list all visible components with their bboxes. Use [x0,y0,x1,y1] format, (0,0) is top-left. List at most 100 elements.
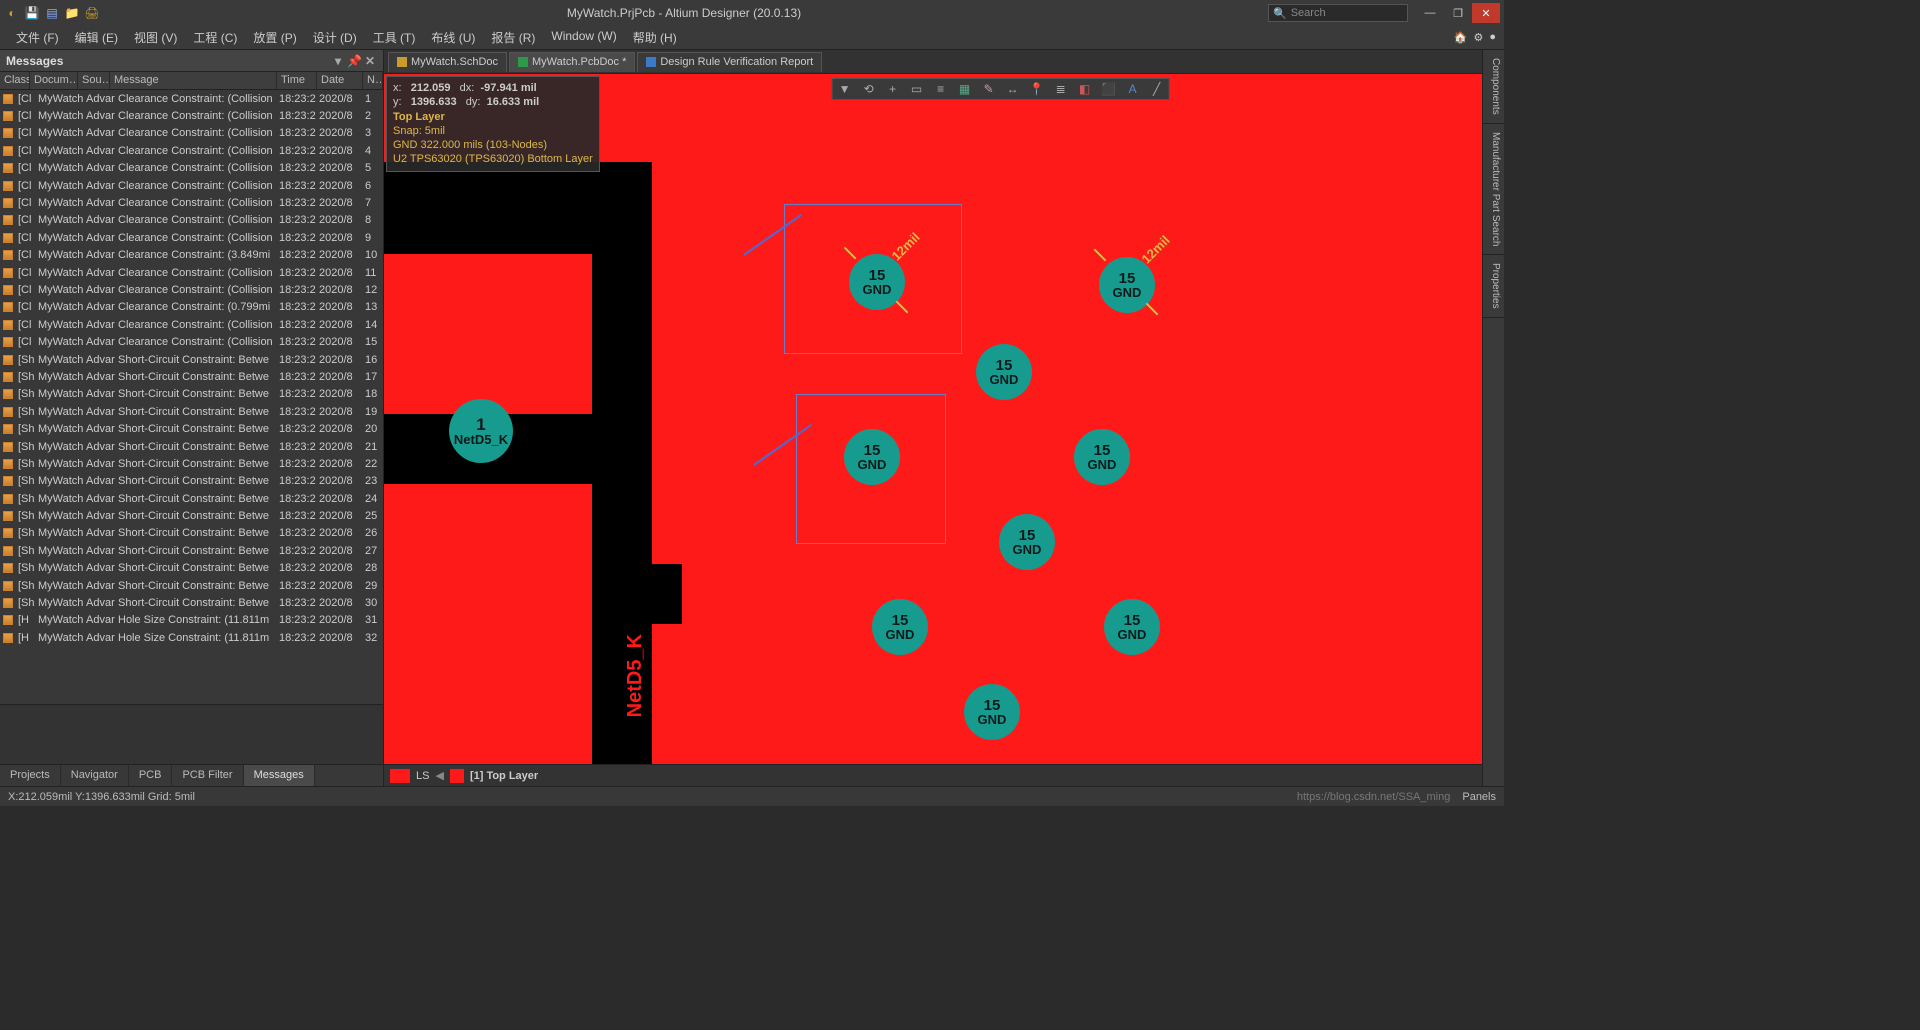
document-tab[interactable]: MyWatch.SchDoc [388,52,507,72]
panel-pin-icon[interactable]: 📌 [347,54,361,68]
message-row[interactable]: [ClMyWatchAdvar Clearance Constraint: (C… [0,333,383,350]
via-pad[interactable]: 15GND [1104,599,1160,655]
gear-icon[interactable]: ⚙ [1473,31,1483,44]
message-row[interactable]: [ShMyWatchAdvar Short-Circuit Constraint… [0,594,383,611]
line-icon[interactable]: ╱ [1149,81,1165,97]
search-input[interactable]: 🔍 Search [1268,4,1408,22]
message-row[interactable]: [ClMyWatchAdvar Clearance Constraint: (3… [0,247,383,264]
message-row[interactable]: [ClMyWatchAdvar Clearance Constraint: (C… [0,160,383,177]
save-icon[interactable]: 💾 [24,5,40,21]
message-row[interactable]: [ShMyWatchAdvar Short-Circuit Constraint… [0,351,383,368]
bottom-tab[interactable]: Navigator [61,765,129,786]
message-row[interactable]: [ShMyWatchAdvar Short-Circuit Constraint… [0,386,383,403]
minimize-button[interactable]: — [1416,3,1444,23]
message-row[interactable]: [ShMyWatchAdvar Short-Circuit Constraint… [0,542,383,559]
col-doc[interactable]: Docum… [30,72,78,89]
menu-item[interactable]: 设计 (D) [305,29,365,46]
align-icon[interactable]: ≡ [933,81,949,97]
message-row[interactable]: [ClMyWatchAdvar Clearance Constraint: (0… [0,299,383,316]
message-row[interactable]: [ShMyWatchAdvar Short-Circuit Constraint… [0,420,383,437]
via-pad[interactable]: 15GND [1074,429,1130,485]
message-row[interactable]: [ClMyWatchAdvar Clearance Constraint: (C… [0,212,383,229]
bottom-tab[interactable]: Projects [0,765,61,786]
message-row[interactable]: [ClMyWatchAdvar Clearance Constraint: (C… [0,194,383,211]
via-pad[interactable]: 15GND [999,514,1055,570]
message-row[interactable]: [ShMyWatchAdvar Short-Circuit Constraint… [0,577,383,594]
message-row[interactable]: [ShMyWatchAdvar Short-Circuit Constraint… [0,455,383,472]
col-msg[interactable]: Message [110,72,277,89]
grid-icon[interactable]: ▦ [957,81,973,97]
menu-item[interactable]: 视图 (V) [126,29,185,46]
close-button[interactable]: ✕ [1472,3,1500,23]
menu-item[interactable]: 工程 (C) [185,29,245,46]
home-icon[interactable]: 🏠 [1454,31,1468,44]
maximize-button[interactable]: ❐ [1444,3,1472,23]
menu-item[interactable]: 报告 (R) [483,29,543,46]
rail-tab[interactable]: Components [1483,50,1504,124]
layer-stack-icon[interactable]: ≣ [1053,81,1069,97]
via-pad[interactable]: 1NetD5_K [449,399,513,463]
menu-item[interactable]: 工具 (T) [365,29,424,46]
pcb-canvas[interactable]: 未修改 已修改 1NetD5_K 15GND 15GND 15GND 15GND… [384,74,1482,764]
rail-tab[interactable]: Properties [1483,255,1504,318]
col-time[interactable]: Time [277,72,317,89]
dim-icon[interactable]: ↔ [1005,81,1021,97]
message-row[interactable]: [ClMyWatchAdvar Clearance Constraint: (C… [0,264,383,281]
bottom-tab[interactable]: PCB Filter [172,765,243,786]
message-row[interactable]: [ShMyWatchAdvar Short-Circuit Constraint… [0,490,383,507]
via-pad[interactable]: 15GND [964,684,1020,740]
place-icon[interactable]: + [885,81,901,97]
print-icon[interactable]: 🖨 [84,5,100,21]
message-row[interactable]: [ShMyWatchAdvar Short-Circuit Constraint… [0,525,383,542]
via-pad[interactable]: 15GND [872,599,928,655]
message-row[interactable]: [ShMyWatchAdvar Short-Circuit Constraint… [0,560,383,577]
menu-item[interactable]: 布线 (U) [423,29,483,46]
menu-item[interactable]: 帮助 (H) [625,29,685,46]
save-all-icon[interactable]: ▤ [44,5,60,21]
open-icon[interactable]: 📁 [64,5,80,21]
layer-swatch[interactable] [390,769,410,783]
menu-item[interactable]: 编辑 (E) [67,29,126,46]
message-row[interactable]: [ShMyWatchAdvar Short-Circuit Constraint… [0,438,383,455]
message-row[interactable]: [ShMyWatchAdvar Short-Circuit Constraint… [0,368,383,385]
message-row[interactable]: [ClMyWatchAdvar Clearance Constraint: (C… [0,281,383,298]
document-tab[interactable]: MyWatch.PcbDoc * [509,52,635,72]
rect-icon[interactable]: ▭ [909,81,925,97]
message-row[interactable]: [ClMyWatchAdvar Clearance Constraint: (C… [0,142,383,159]
panels-button[interactable]: Panels [1462,791,1496,803]
col-src[interactable]: Sou… [78,72,110,89]
message-row[interactable]: [HMyWatchAdvar Hole Size Constraint: (11… [0,612,383,629]
help-icon[interactable]: ● [1489,31,1496,44]
message-row[interactable]: [ShMyWatchAdvar Short-Circuit Constraint… [0,507,383,524]
message-row[interactable]: [ClMyWatchAdvar Clearance Constraint: (C… [0,229,383,246]
text-icon[interactable]: A [1125,81,1141,97]
message-row[interactable]: [ClMyWatchAdvar Clearance Constraint: (C… [0,107,383,124]
menu-item[interactable]: 放置 (P) [245,29,304,46]
via-pad[interactable]: 15GND [844,429,900,485]
message-row[interactable]: [ShMyWatchAdvar Short-Circuit Constraint… [0,473,383,490]
active-layer-label[interactable]: [1] Top Layer [470,770,538,782]
bottom-tab[interactable]: PCB [129,765,173,786]
pin-icon[interactable]: 📍 [1029,81,1045,97]
message-row[interactable]: [ShMyWatchAdvar Short-Circuit Constraint… [0,403,383,420]
message-row[interactable]: [ClMyWatchAdvar Clearance Constraint: (C… [0,90,383,107]
panel-dropdown-icon[interactable]: ▾ [331,54,345,68]
message-row[interactable]: [HMyWatchAdvar Hole Size Constraint: (11… [0,629,383,646]
measure-icon[interactable]: ✎ [981,81,997,97]
layer-swatch-small[interactable] [450,769,464,783]
panel-close-icon[interactable]: ✕ [363,54,377,68]
message-row[interactable]: [ClMyWatchAdvar Clearance Constraint: (C… [0,125,383,142]
via-pad[interactable]: 15GND [976,344,1032,400]
message-row[interactable]: [ClMyWatchAdvar Clearance Constraint: (C… [0,177,383,194]
chart-icon[interactable]: ⬛ [1101,81,1117,97]
col-class[interactable]: Class [0,72,30,89]
document-tab[interactable]: Design Rule Verification Report [637,52,822,72]
graph-icon[interactable]: ◧ [1077,81,1093,97]
menu-item[interactable]: 文件 (F) [8,29,67,46]
filter-icon[interactable]: ▼ [837,81,853,97]
bottom-tab[interactable]: Messages [244,765,315,786]
message-row[interactable]: [ClMyWatchAdvar Clearance Constraint: (C… [0,316,383,333]
menu-item[interactable]: Window (W) [543,29,624,46]
col-n[interactable]: N… [363,72,383,89]
col-date[interactable]: Date [317,72,363,89]
